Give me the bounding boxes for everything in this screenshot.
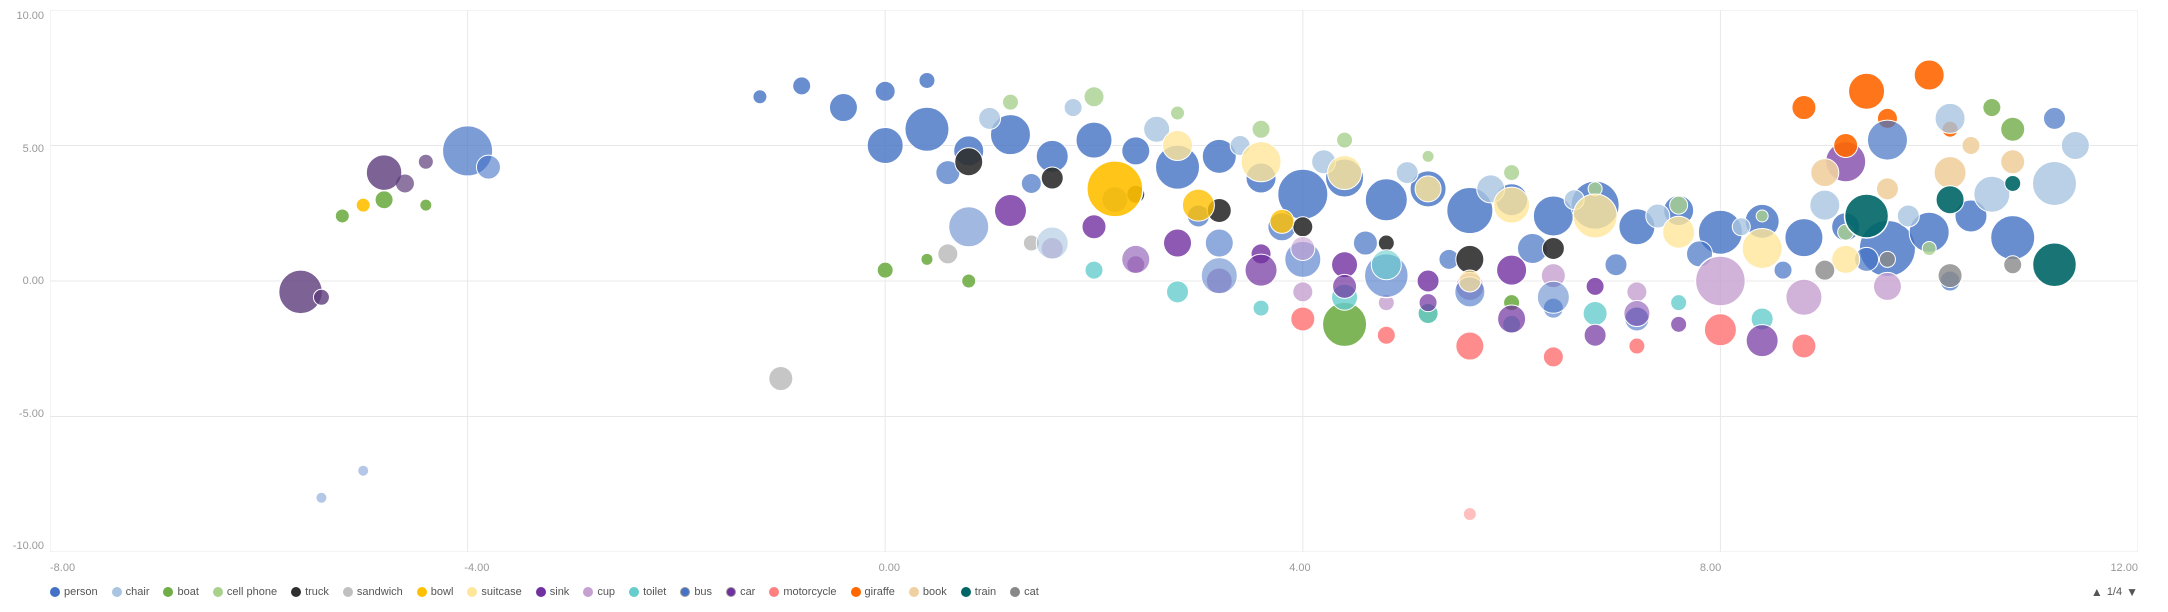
legend-cat: cat [1010, 586, 1039, 598]
y-label-n5: -5.00 [0, 408, 50, 420]
legend-dot-sandwich [343, 587, 353, 597]
legend-label-bowl: bowl [431, 586, 454, 598]
chart-legend: person chair boat cell phone truck sandw… [50, 577, 2138, 607]
legend-pagination[interactable]: ▲ 1/4 ▼ [2091, 585, 2138, 599]
legend-label-cat: cat [1024, 586, 1039, 598]
legend-label-toilet: toilet [643, 586, 666, 598]
legend-label-train: train [975, 586, 996, 598]
chart-container: 10.00 5.00 0.00 -5.00 -10.00 [0, 0, 2168, 612]
legend-dot-person [50, 587, 60, 597]
legend-giraffe: giraffe [851, 586, 895, 598]
legend-label-chair: chair [126, 586, 150, 598]
x-label-n4: -4.00 [464, 562, 489, 574]
legend-dot-sink [536, 587, 546, 597]
legend-label-motorcycle: motorcycle [783, 586, 836, 598]
legend-label-truck: truck [305, 586, 329, 598]
legend-dot-cellphone [213, 587, 223, 597]
legend-label-sandwich: sandwich [357, 586, 403, 598]
legend-truck: truck [291, 586, 329, 598]
x-axis: -8.00 -4.00 0.00 4.00 8.00 12.00 [50, 562, 2138, 574]
legend-cellphone: cell phone [213, 586, 277, 598]
legend-label-sink: sink [550, 586, 570, 598]
y-label-10: 10.00 [0, 10, 50, 22]
legend-label-bus: bus [694, 586, 712, 598]
x-label-4: 4.00 [1289, 562, 1310, 574]
pagination-text: 1/4 [2107, 586, 2122, 598]
y-label-n10: -10.00 [0, 540, 50, 552]
legend-label-cup: cup [597, 586, 615, 598]
chart-area [50, 10, 2138, 552]
legend-toilet: toilet [629, 586, 666, 598]
x-label-0: 0.00 [879, 562, 900, 574]
legend-person: person [50, 586, 98, 598]
legend-label-book: book [923, 586, 947, 598]
legend-dot-toilet [629, 587, 639, 597]
legend-dot-cup [583, 587, 593, 597]
legend-dot-boat [163, 587, 173, 597]
legend-book: book [909, 586, 947, 598]
legend-motorcycle: motorcycle [769, 586, 836, 598]
legend-dot-motorcycle [769, 587, 779, 597]
legend-dot-truck [291, 587, 301, 597]
bubble-chart [50, 10, 2138, 552]
legend-dot-bowl [417, 587, 427, 597]
legend-dot-train [961, 587, 971, 597]
legend-label-car: car [740, 586, 755, 598]
x-label-8: 8.00 [1700, 562, 1721, 574]
legend-dot-suitcase [467, 587, 477, 597]
legend-bus: bus [680, 586, 712, 598]
legend-car: car [726, 586, 755, 598]
legend-cup: cup [583, 586, 615, 598]
legend-boat: boat [163, 586, 198, 598]
legend-dot-giraffe [851, 587, 861, 597]
legend-label-suitcase: suitcase [481, 586, 521, 598]
legend-dot-chair [112, 587, 122, 597]
legend-dot-bus [680, 587, 690, 597]
legend-dot-cat [1010, 587, 1020, 597]
legend-dot-book [909, 587, 919, 597]
legend-label-cellphone: cell phone [227, 586, 277, 598]
legend-bowl: bowl [417, 586, 454, 598]
legend-label-person: person [64, 586, 98, 598]
legend-label-boat: boat [177, 586, 198, 598]
legend-dot-car [726, 587, 736, 597]
y-label-0: 0.00 [0, 275, 50, 287]
legend-sandwich: sandwich [343, 586, 403, 598]
y-label-5: 5.00 [0, 143, 50, 155]
legend-chair: chair [112, 586, 150, 598]
y-axis: 10.00 5.00 0.00 -5.00 -10.00 [0, 10, 50, 552]
legend-train: train [961, 586, 996, 598]
x-label-12: 12.00 [2110, 562, 2138, 574]
legend-suitcase: suitcase [467, 586, 521, 598]
legend-sink: sink [536, 586, 570, 598]
x-label-n8: -8.00 [50, 562, 75, 574]
legend-label-giraffe: giraffe [865, 586, 895, 598]
